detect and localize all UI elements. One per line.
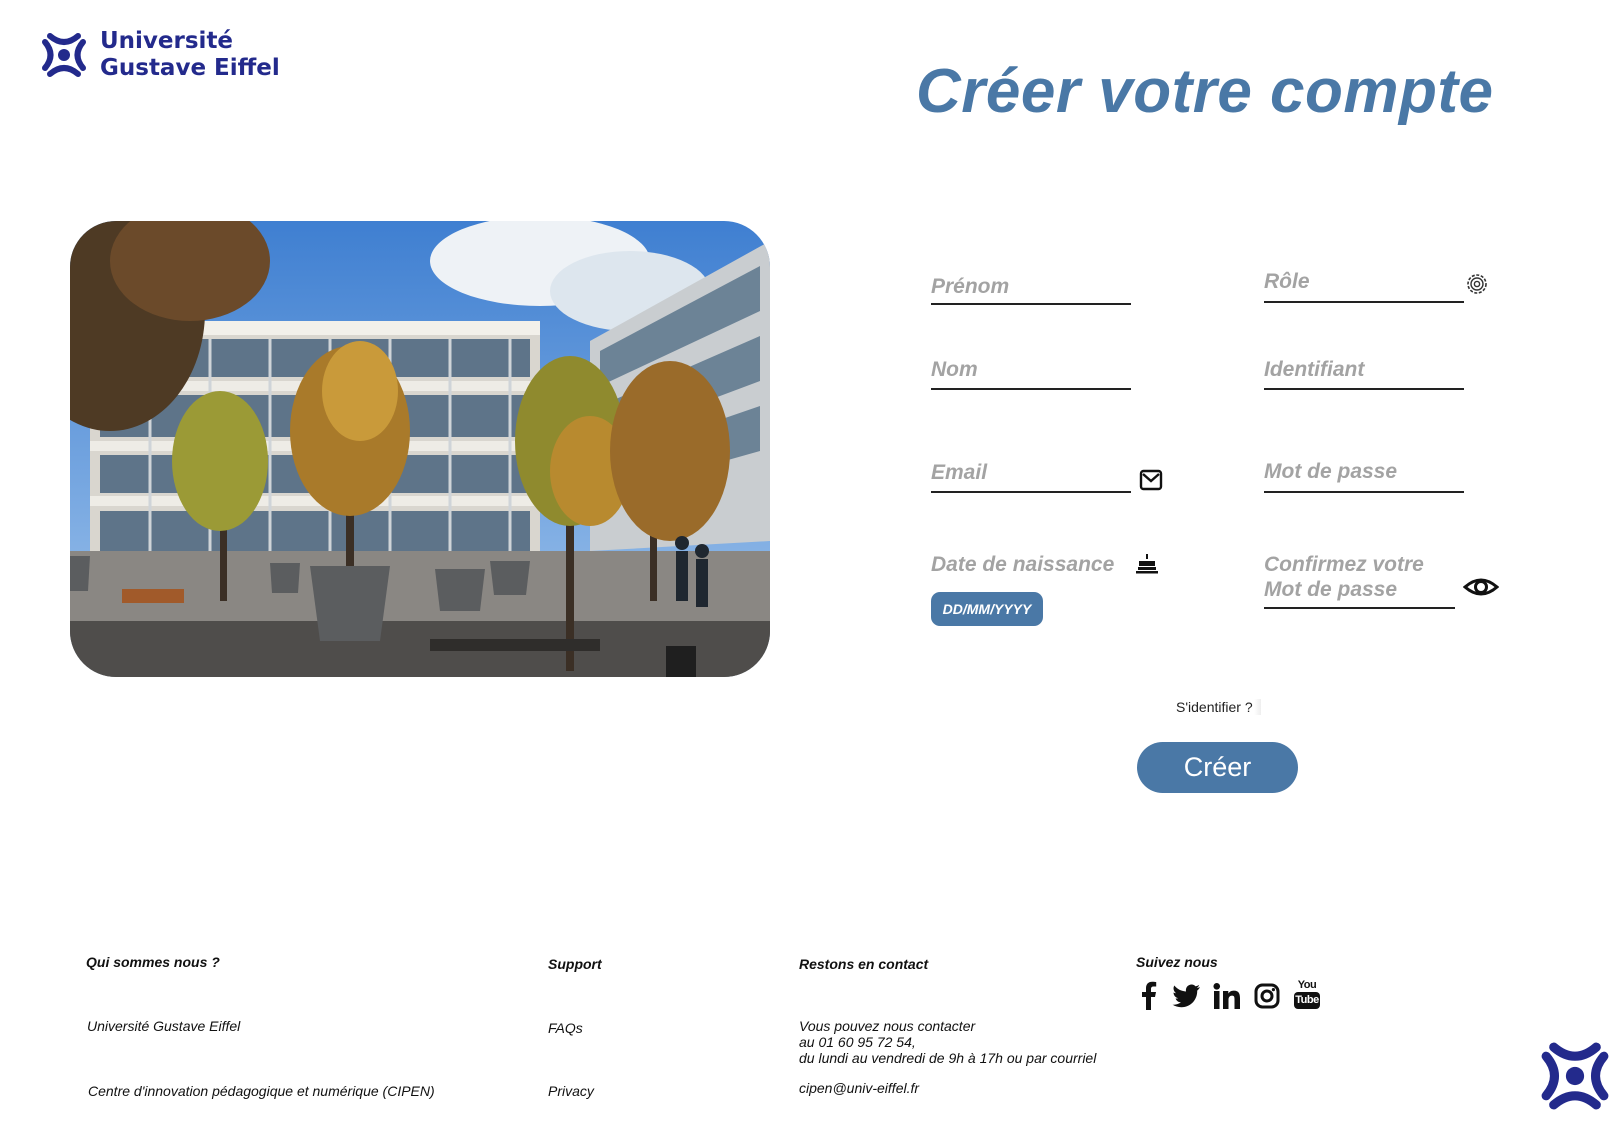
campus-photo <box>70 221 770 677</box>
role-placeholder: Rôle <box>1264 270 1310 293</box>
footer-link-faqs[interactable]: FAQs <box>548 1020 583 1036</box>
role-field[interactable]: Rôle <box>1264 269 1464 303</box>
nom-underline <box>931 388 1131 390</box>
email-field[interactable]: Email <box>931 460 1131 494</box>
footer-contact-line-2: au 01 60 95 72 54, <box>799 1034 916 1050</box>
youtube-icon-top: You <box>1297 979 1317 991</box>
confirm-password-field[interactable]: Confirmez votre Mot de passe <box>1264 552 1455 610</box>
password-placeholder: Mot de passe <box>1264 460 1398 483</box>
birthdate-label: Date de naissance <box>931 553 1115 576</box>
instagram-icon[interactable] <box>1254 983 1280 1009</box>
identifiant-underline <box>1264 388 1464 390</box>
email-underline <box>931 491 1131 493</box>
password-field[interactable]: Mot de passe <box>1264 459 1464 494</box>
eye-icon[interactable] <box>1463 574 1499 600</box>
identifiant-field[interactable]: Identifiant <box>1264 357 1464 391</box>
footer-link-cipen[interactable]: Centre d'innovation pédagogique et numér… <box>88 1083 435 1099</box>
nom-placeholder: Nom <box>931 358 978 381</box>
page-title: Créer votre compte <box>916 57 1494 126</box>
footer-link-university[interactable]: Université Gustave Eiffel <box>87 1018 240 1034</box>
logo-line-2: Gustave Eiffel <box>100 55 280 81</box>
prenom-placeholder: Prénom <box>931 275 1010 298</box>
nom-field[interactable]: Nom <box>931 357 1131 391</box>
corner-logo-mark-icon <box>1541 1042 1609 1110</box>
identifiant-placeholder: Identifiant <box>1264 358 1365 381</box>
footer-contact-line-1: Vous pouvez nous contacter <box>799 1018 976 1034</box>
footer-support-title: Support <box>548 956 602 972</box>
linkedin-icon[interactable] <box>1213 983 1241 1009</box>
role-underline <box>1264 301 1464 303</box>
university-logo-text: Université Gustave Eiffel <box>100 28 280 82</box>
logo-line-1: Université <box>100 28 234 54</box>
twitter-icon[interactable] <box>1172 984 1200 1008</box>
email-placeholder: Email <box>931 461 988 484</box>
footer-contact-text: Vous pouvez nous contacter au 01 60 95 7… <box>799 1018 1096 1066</box>
youtube-icon[interactable]: You Tube <box>1294 979 1320 1011</box>
password-underline <box>1264 491 1464 493</box>
confirm-password-label-line-2: Mot de passe <box>1264 578 1398 601</box>
youtube-icon-bottom: Tube <box>1294 992 1320 1009</box>
facebook-icon[interactable] <box>1141 980 1157 1010</box>
birthdate-input[interactable]: DD/MM/YYYY <box>931 592 1043 626</box>
confirm-password-label-line-1: Confirmez votre <box>1264 553 1424 576</box>
signin-link[interactable]: S'identifier ? <box>1176 699 1261 715</box>
prenom-underline <box>931 303 1131 305</box>
prenom-field[interactable]: Prénom <box>931 274 1131 306</box>
footer-about-title: Qui sommes nous ? <box>86 954 220 970</box>
university-logo[interactable]: Université Gustave Eiffel <box>40 28 280 82</box>
university-logo-mark-icon <box>42 33 86 77</box>
footer-link-privacy[interactable]: Privacy <box>548 1083 594 1099</box>
cake-icon <box>1136 554 1158 574</box>
campus-photo-illustration <box>70 221 770 677</box>
confirm-password-underline <box>1264 607 1455 609</box>
footer-social-title: Suivez nous <box>1136 954 1218 970</box>
create-account-button[interactable]: Créer <box>1137 742 1298 793</box>
gear-icon[interactable] <box>1465 272 1489 296</box>
footer-contact-title: Restons en contact <box>799 956 929 972</box>
birthdate-field[interactable]: Date de naissance <box>931 552 1131 582</box>
footer-contact-line-3: du lundi au vendredi de 9h à 17h ou par … <box>799 1050 1097 1066</box>
mail-icon <box>1139 469 1163 491</box>
footer-contact-email[interactable]: cipen@univ-eiffel.fr <box>799 1080 919 1096</box>
